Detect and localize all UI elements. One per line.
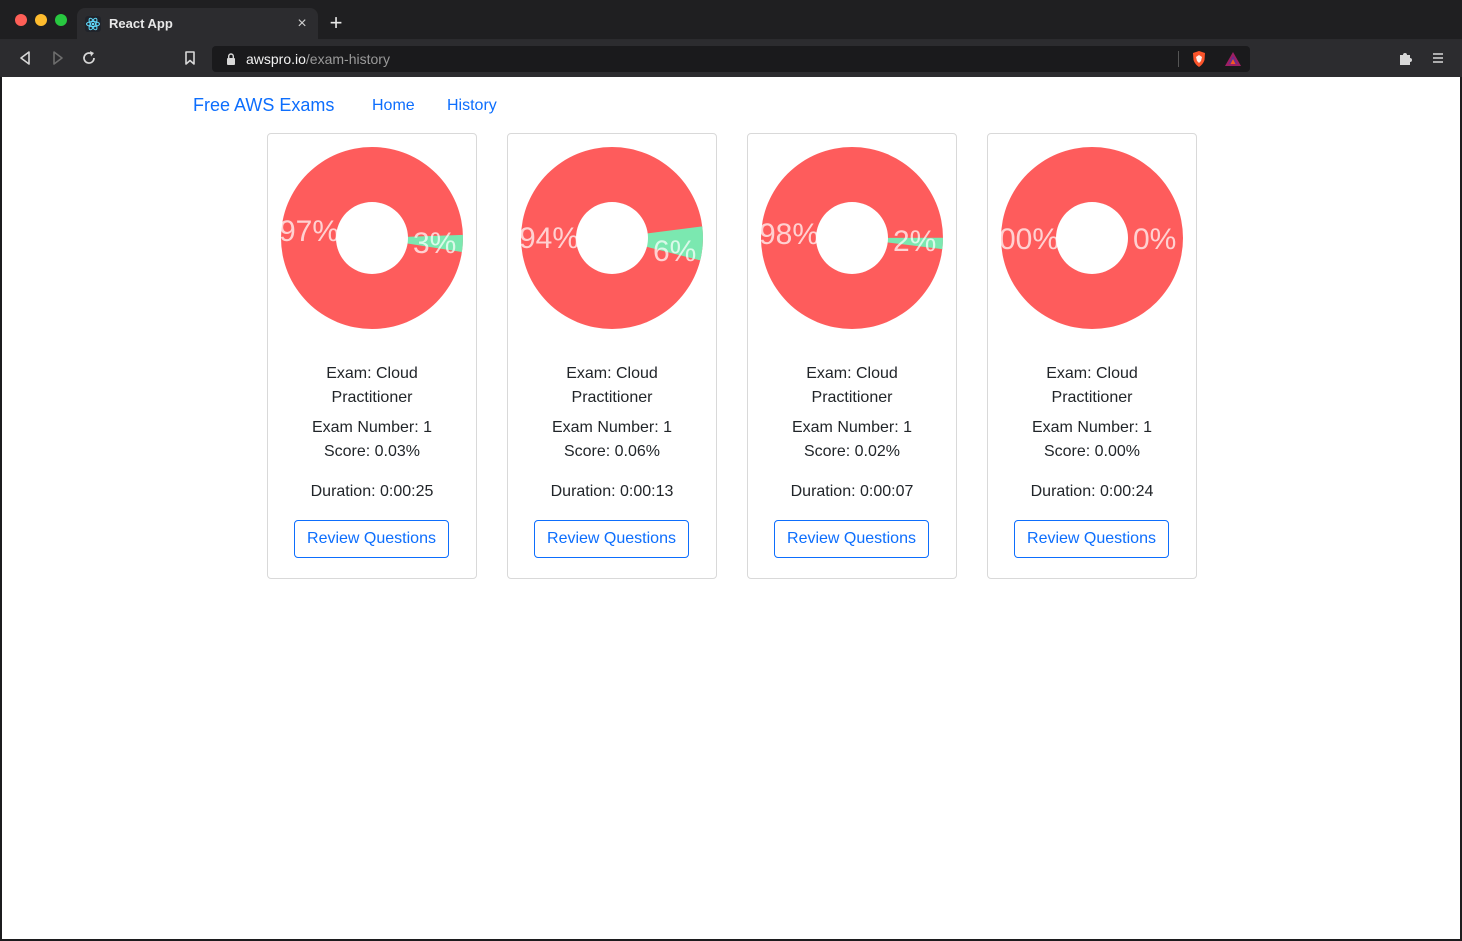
review-questions-button[interactable]: Review Questions (1014, 520, 1169, 558)
incorrect-percent-label: 98% (760, 218, 819, 251)
bookmark-icon[interactable] (180, 48, 200, 68)
extensions-puzzle-icon[interactable] (1396, 48, 1416, 68)
incorrect-percent-label: 100% (1000, 223, 1059, 256)
menu-hamburger-icon[interactable] (1428, 48, 1448, 68)
exam-duration: Duration: 0:00:24 (1030, 483, 1154, 500)
exam-score: Score: 0.02% (803, 443, 901, 460)
exam-name-line1: Exam: Cloud (806, 365, 898, 382)
incorrect-percent-label: 94% (520, 222, 579, 255)
score-donut-chart: 94% 6% (520, 146, 704, 330)
exam-name: Exam: Cloud Practitioner (508, 362, 716, 410)
exam-card: 94% 6% Exam: Cloud Practitioner Exam Numb… (507, 133, 717, 579)
exam-name: Exam: Cloud Practitioner (748, 362, 956, 410)
donut-hole (816, 202, 888, 274)
brave-shields-icon[interactable] (1190, 50, 1208, 68)
donut-hole (1056, 202, 1128, 274)
address-bar-divider (1178, 51, 1179, 67)
maximize-window-button[interactable] (55, 14, 67, 26)
donut-hole (576, 202, 648, 274)
browser-tab-bar: React App × + (0, 0, 1462, 40)
exam-duration: Duration: 0:00:07 (790, 483, 914, 500)
exam-name-line1: Exam: Cloud (326, 365, 418, 382)
exam-score: Score: 0.00% (1043, 443, 1141, 460)
exam-number: Exam Number: 1 (551, 419, 673, 436)
navbar-brand[interactable]: Free AWS Exams (193, 95, 334, 116)
score-donut-chart: 98% 2% (760, 146, 944, 330)
url-path: /exam-history (305, 51, 390, 67)
tab-title: React App (109, 16, 173, 31)
nav-link-history[interactable]: History (447, 97, 497, 115)
donut-svg: 97% 3% (280, 147, 463, 329)
donut-svg: 100% 0% (1000, 147, 1183, 329)
close-window-button[interactable] (15, 14, 27, 26)
exam-name-line2: Practitioner (811, 389, 893, 406)
address-bar[interactable]: awspro.io/exam-history (212, 46, 1250, 72)
brave-rewards-icon[interactable] (1224, 51, 1242, 67)
score-donut-chart: 100% 0% (1000, 146, 1184, 330)
exam-name: Exam: Cloud Practitioner (268, 362, 476, 410)
exam-score: Score: 0.03% (323, 443, 421, 460)
forward-arrow-icon[interactable] (47, 48, 67, 68)
reload-icon[interactable] (79, 48, 99, 68)
exam-name-line2: Practitioner (1051, 389, 1133, 406)
exam-card: 98% 2% Exam: Cloud Practitioner Exam Numb… (747, 133, 957, 579)
minimize-window-button[interactable] (35, 14, 47, 26)
correct-percent-label: 6% (653, 235, 696, 268)
exam-name-line1: Exam: Cloud (1046, 365, 1138, 382)
url-host: awspro.io (246, 51, 306, 67)
correct-percent-label: 3% (413, 227, 456, 260)
exam-number: Exam Number: 1 (311, 419, 433, 436)
react-logo-icon (85, 16, 101, 32)
url-text: awspro.io/exam-history (246, 51, 390, 67)
exam-card: 100% 0% Exam: Cloud Practitioner Exam Num… (987, 133, 1197, 579)
back-arrow-icon[interactable] (16, 48, 36, 68)
review-questions-button[interactable]: Review Questions (774, 520, 929, 558)
exam-duration: Duration: 0:00:25 (310, 483, 434, 500)
donut-hole (336, 202, 408, 274)
exam-duration: Duration: 0:00:13 (550, 483, 674, 500)
exam-name-line2: Practitioner (571, 389, 653, 406)
donut-svg: 94% 6% (520, 147, 703, 329)
exam-number: Exam Number: 1 (791, 419, 913, 436)
correct-percent-label: 0% (1133, 223, 1176, 256)
exam-name-line2: Practitioner (331, 389, 413, 406)
exam-card: 97% 3% Exam: Cloud Practitioner Exam Numb… (267, 133, 477, 579)
exam-number: Exam Number: 1 (1031, 419, 1153, 436)
correct-percent-label: 2% (893, 225, 936, 258)
incorrect-percent-label: 97% (280, 215, 339, 248)
exam-name: Exam: Cloud Practitioner (988, 362, 1196, 410)
new-tab-button[interactable]: + (326, 11, 346, 35)
exam-score: Score: 0.06% (563, 443, 661, 460)
score-donut-chart: 97% 3% (280, 146, 464, 330)
close-tab-icon[interactable]: × (294, 14, 310, 34)
nav-link-home[interactable]: Home (372, 97, 415, 115)
browser-tab-active[interactable]: React App × (77, 8, 318, 40)
navbar: Free AWS Exams Home History (2, 77, 1460, 133)
lock-icon (227, 53, 235, 65)
browser-toolbar: awspro.io/exam-history (0, 40, 1462, 77)
review-questions-button[interactable]: Review Questions (534, 520, 689, 558)
donut-svg: 98% 2% (760, 147, 943, 329)
review-questions-button[interactable]: Review Questions (294, 520, 449, 558)
page-viewport: Free AWS Exams Home History 97% 3% Exam: … (2, 77, 1460, 939)
exam-name-line1: Exam: Cloud (566, 365, 658, 382)
